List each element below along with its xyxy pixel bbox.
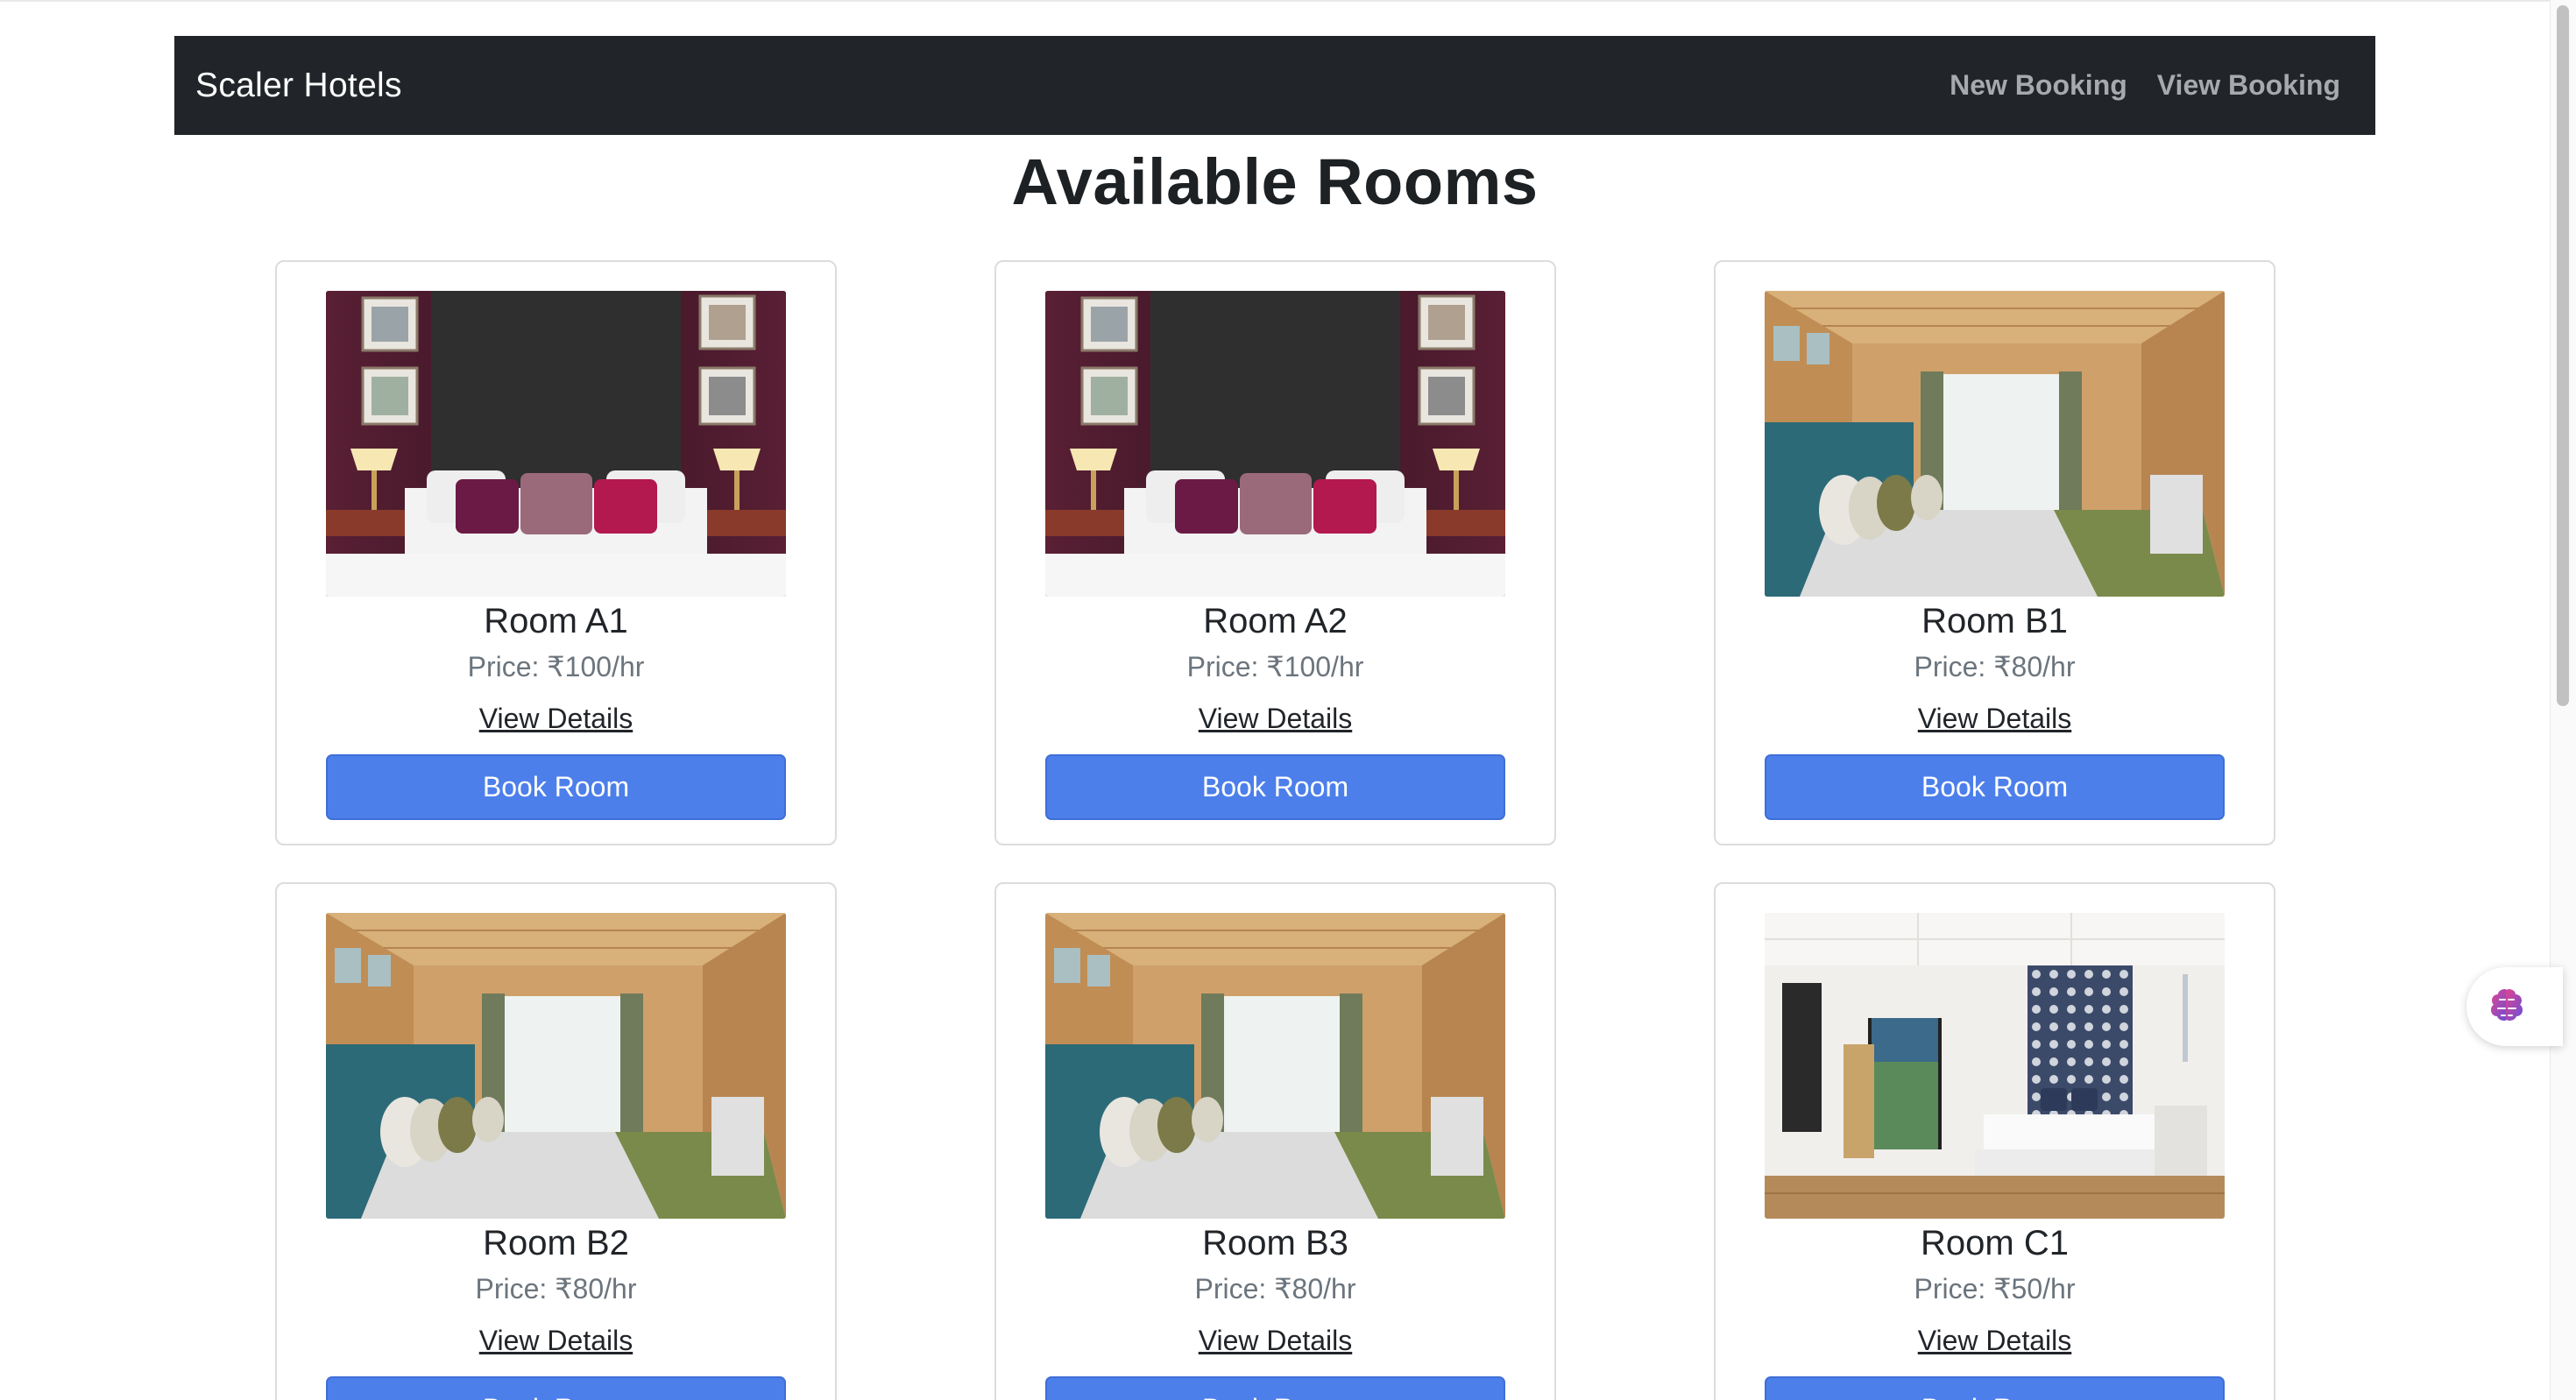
brand-link[interactable]: Scaler Hotels <box>195 67 402 105</box>
room-price: Price: ₹100/hr <box>1186 651 1364 682</box>
room-name: Room B2 <box>483 1224 629 1262</box>
book-room-button[interactable]: Book Room <box>326 754 786 820</box>
room-image <box>1045 913 1505 1219</box>
room-card: Room B2 Price: ₹80/hr View Details Book … <box>275 882 837 1400</box>
room-name: Room B1 <box>1921 602 2068 640</box>
nav-view-booking-link[interactable]: View Booking <box>2157 69 2340 102</box>
page-title: Available Rooms <box>1011 145 1539 218</box>
view-details-link[interactable]: View Details <box>1199 1325 1352 1357</box>
view-details-link[interactable]: View Details <box>1918 1325 2071 1357</box>
view-details-link[interactable]: View Details <box>479 703 633 735</box>
room-card: Room C1 Price: ₹50/hr View Details Book … <box>1714 882 2275 1400</box>
navbar: Scaler Hotels New Booking View Booking <box>174 36 2375 135</box>
assistant-widget-button[interactable] <box>2466 967 2563 1046</box>
book-room-button[interactable]: Book Room <box>1045 754 1505 820</box>
scrollbar-thumb[interactable] <box>2557 5 2569 706</box>
room-name: Room A2 <box>1203 602 1348 640</box>
book-room-button[interactable]: Book Room <box>1765 754 2225 820</box>
room-card: Room B3 Price: ₹80/hr View Details Book … <box>994 882 1556 1400</box>
view-details-link[interactable]: View Details <box>1918 703 2071 735</box>
room-name: Room A1 <box>484 602 628 640</box>
view-details-link[interactable]: View Details <box>1199 703 1352 735</box>
room-image <box>1765 913 2225 1219</box>
room-price: Price: ₹80/hr <box>475 1273 637 1305</box>
room-image <box>326 291 786 597</box>
nav-new-booking-link[interactable]: New Booking <box>1950 69 2127 102</box>
room-card: Room A1 Price: ₹100/hr View Details Book… <box>275 260 837 845</box>
room-image <box>1765 291 2225 597</box>
room-price: Price: ₹50/hr <box>1914 1273 2076 1305</box>
room-price: Price: ₹80/hr <box>1914 651 2076 682</box>
nav-links: New Booking View Booking <box>1950 69 2354 102</box>
book-room-button[interactable]: Book Room <box>1765 1376 2225 1400</box>
brain-icon <box>2486 984 2528 1030</box>
room-image <box>1045 291 1505 597</box>
room-card: Room B1 Price: ₹80/hr View Details Book … <box>1714 260 2275 845</box>
book-room-button[interactable]: Book Room <box>1045 1376 1505 1400</box>
room-image <box>326 913 786 1219</box>
room-name: Room B3 <box>1202 1224 1348 1262</box>
view-details-link[interactable]: View Details <box>479 1325 633 1357</box>
room-name: Room C1 <box>1921 1224 2069 1262</box>
book-room-button[interactable]: Book Room <box>326 1376 786 1400</box>
room-price: Price: ₹80/hr <box>1194 1273 1356 1305</box>
room-card: Room A2 Price: ₹100/hr View Details Book… <box>994 260 1556 845</box>
browser-top-edge <box>0 0 2576 2</box>
room-price: Price: ₹100/hr <box>467 651 645 682</box>
